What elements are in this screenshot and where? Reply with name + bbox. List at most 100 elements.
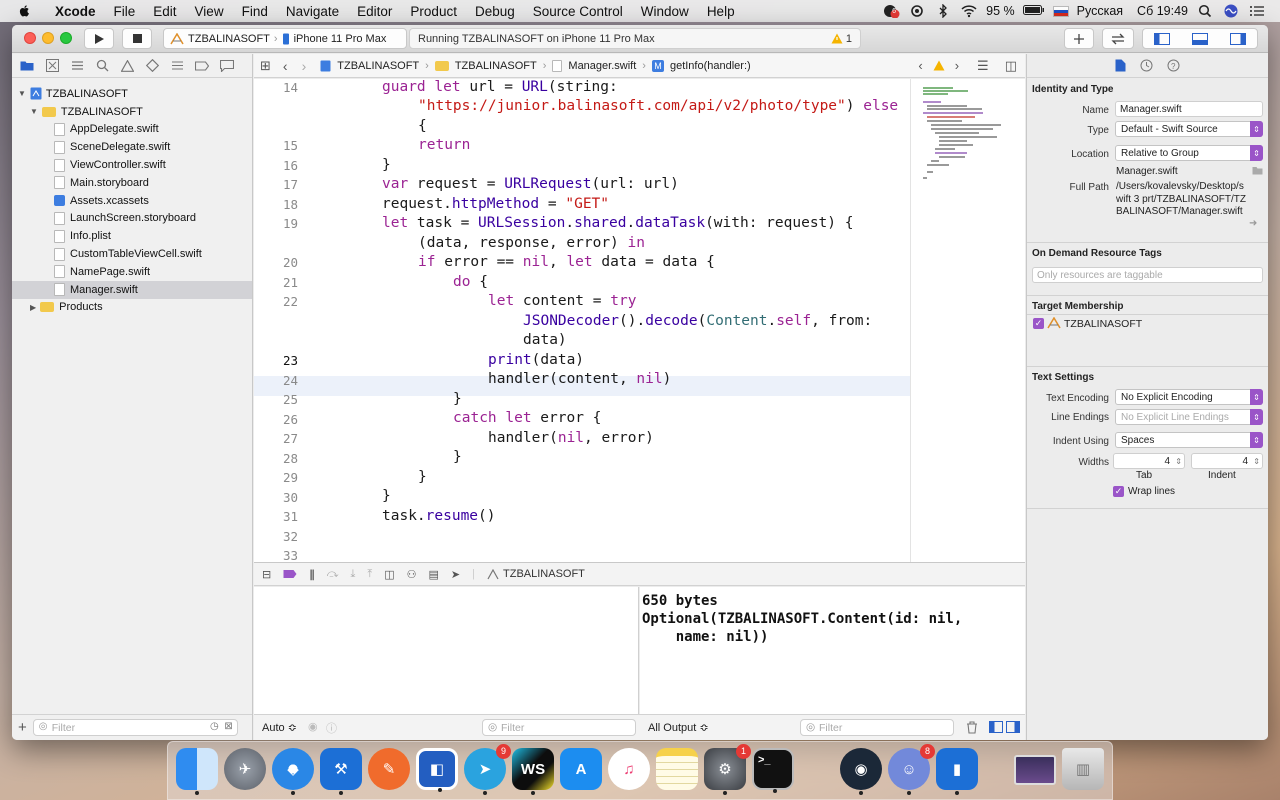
console-output-select[interactable]: All Output ≎: [648, 721, 709, 734]
warning-indicator[interactable]: 1: [831, 33, 852, 45]
file-row-viewcontroller[interactable]: ViewController.swift: [12, 156, 252, 174]
debug-process-name[interactable]: TZBALINASOFT: [503, 568, 585, 580]
menu-edit[interactable]: Edit: [153, 4, 176, 19]
related-items-icon[interactable]: ⊞: [260, 58, 271, 74]
russian-flag-icon[interactable]: [1052, 5, 1069, 17]
indent-width-field[interactable]: 4 ⇕: [1191, 453, 1263, 469]
telegram-icon[interactable]: ➤ 9: [464, 744, 511, 795]
step-into-icon[interactable]: ⤓: [350, 568, 355, 581]
previous-issue-button[interactable]: ‹: [918, 58, 922, 73]
step-out-icon[interactable]: ⤒: [367, 568, 372, 581]
console-filter-input[interactable]: ◎ Filter: [800, 719, 954, 736]
breakpoint-navigator-icon[interactable]: [195, 59, 209, 73]
launchpad-icon[interactable]: ✈: [224, 748, 266, 790]
menu-app[interactable]: Xcode: [55, 4, 96, 19]
menu-product[interactable]: Product: [410, 4, 457, 19]
menu-editor[interactable]: Editor: [357, 4, 392, 19]
filter-options-icon[interactable]: ⊠: [224, 721, 232, 732]
xcode-icon[interactable]: ⚒: [320, 748, 362, 795]
warning-icon[interactable]: [933, 60, 945, 71]
notes-icon[interactable]: [656, 748, 698, 790]
quick-look-icon[interactable]: ◉: [308, 720, 318, 733]
recent-files-icon[interactable]: ◷: [210, 721, 219, 732]
help-inspector-icon[interactable]: ?: [1167, 59, 1180, 72]
wrap-lines-checkbox[interactable]: ✓: [1113, 486, 1124, 497]
jump-crumb-method[interactable]: getInfo(handler:): [670, 60, 751, 72]
print-description-icon[interactable]: ⓘ: [326, 720, 337, 736]
tree-project-row[interactable]: ▼ TZBALINASOFT: [12, 85, 252, 103]
variables-filter-input[interactable]: ◎ Filter: [482, 719, 636, 736]
issue-navigator-icon[interactable]: [120, 59, 134, 73]
debug-navigator-icon[interactable]: [170, 59, 184, 73]
wifi-icon[interactable]: [960, 4, 978, 18]
menu-help[interactable]: Help: [707, 4, 735, 19]
itunes-icon[interactable]: ♫: [608, 748, 650, 790]
steam-icon[interactable]: ◉: [840, 748, 882, 795]
file-row-launchscreen[interactable]: LaunchScreen.storyboard: [12, 210, 252, 228]
inspector-toggle-icon[interactable]: [1230, 32, 1246, 45]
camera-icon[interactable]: [908, 4, 926, 18]
code-minimap[interactable]: [910, 79, 1025, 562]
close-window-button[interactable]: [24, 32, 36, 44]
history-inspector-icon[interactable]: [1140, 59, 1153, 72]
back-button[interactable]: ‹: [283, 58, 288, 74]
console-output[interactable]: 650 bytes Optional(TZBALINASOFT.Content(…: [640, 587, 1025, 714]
stepper-icon[interactable]: ⇕: [1253, 457, 1260, 466]
memory-graph-icon[interactable]: ⚇: [407, 568, 417, 581]
show-variables-toggle-icon[interactable]: [989, 721, 1003, 733]
breakpoints-toggle-icon[interactable]: [283, 569, 297, 579]
navigator-filter-input[interactable]: ◎ Filter ◷ ⊠: [32, 719, 238, 736]
file-row-scenedelegate[interactable]: SceneDelegate.swift: [12, 138, 252, 156]
scheme-selector[interactable]: TZBALINASOFT › iPhone 11 Pro Max: [163, 28, 407, 49]
tree-group-row[interactable]: ▼ TZBALINASOFT: [12, 103, 252, 121]
apple-icon[interactable]: [15, 4, 35, 18]
safari-icon[interactable]: ◈: [272, 748, 314, 795]
bluetooth-icon[interactable]: [934, 3, 952, 19]
jump-crumb-file[interactable]: Manager.swift: [568, 60, 636, 72]
file-row-assets[interactable]: Assets.xcassets: [12, 192, 252, 210]
name-field[interactable]: Manager.swift: [1115, 101, 1263, 117]
menu-navigate[interactable]: Navigate: [286, 4, 339, 19]
file-row-main-storyboard[interactable]: Main.storyboard: [12, 174, 252, 192]
discord-icon[interactable]: ☺ 8: [888, 744, 935, 795]
notification-center-icon[interactable]: [1248, 4, 1266, 18]
jump-crumb-project[interactable]: TZBALINASOFT: [337, 60, 419, 72]
source-editor[interactable]: 14 15 16 17 18 19 20 21 22 23 24 25 26 2…: [254, 79, 910, 562]
tab-width-field[interactable]: 4 ⇕: [1113, 453, 1185, 469]
next-issue-button[interactable]: ›: [955, 58, 959, 73]
split-editor-icon[interactable]: ◫: [1005, 58, 1017, 74]
target-membership-checkbox[interactable]: ✓: [1033, 318, 1044, 329]
trash-icon[interactable]: [966, 721, 978, 734]
variables-scope-select[interactable]: Auto ≎: [262, 721, 297, 734]
pause-icon[interactable]: ∥: [309, 568, 315, 581]
editor-options-icon[interactable]: ☰: [977, 58, 989, 74]
tree-products-row[interactable]: ▶ Products: [12, 299, 252, 317]
menu-find[interactable]: Find: [242, 4, 268, 19]
terminal-icon[interactable]: >_: [752, 748, 794, 793]
file-inspector-icon[interactable]: [1115, 59, 1126, 72]
stepper-icon[interactable]: ⇕: [1175, 457, 1182, 466]
battery-icon[interactable]: [1022, 4, 1045, 18]
environment-overrides-icon[interactable]: ▤: [429, 568, 439, 581]
show-console-toggle-icon[interactable]: [1006, 721, 1020, 733]
desktop-folder-icon[interactable]: [1014, 755, 1056, 785]
zoom-window-button[interactable]: [60, 32, 72, 44]
notification-app-icon[interactable]: 6: [882, 4, 900, 19]
debug-area-toggle-icon[interactable]: [1192, 32, 1208, 45]
menu-source-control[interactable]: Source Control: [533, 4, 623, 19]
minimize-window-button[interactable]: [42, 32, 54, 44]
menu-view[interactable]: View: [195, 4, 224, 19]
input-source-label[interactable]: Русская: [1077, 4, 1123, 18]
file-row-customtableviewcell[interactable]: CustomTableViewCell.swift: [12, 245, 252, 263]
disclosure-open-icon[interactable]: ▼: [18, 89, 26, 98]
menu-file[interactable]: File: [114, 4, 136, 19]
app-store-icon[interactable]: A: [560, 748, 602, 790]
source-control-icon[interactable]: [45, 59, 59, 73]
code-review-button[interactable]: [1102, 28, 1134, 49]
type-popup[interactable]: Default - Swift Source ⇕: [1115, 121, 1263, 137]
file-row-appdelegate[interactable]: AppDelegate.swift: [12, 121, 252, 139]
folder-reveal-icon[interactable]: [1252, 166, 1263, 175]
reveal-in-finder-icon[interactable]: ➜: [1249, 218, 1257, 229]
simulator-icon[interactable]: ▮: [936, 748, 978, 795]
postman-icon[interactable]: ✎: [368, 748, 410, 790]
